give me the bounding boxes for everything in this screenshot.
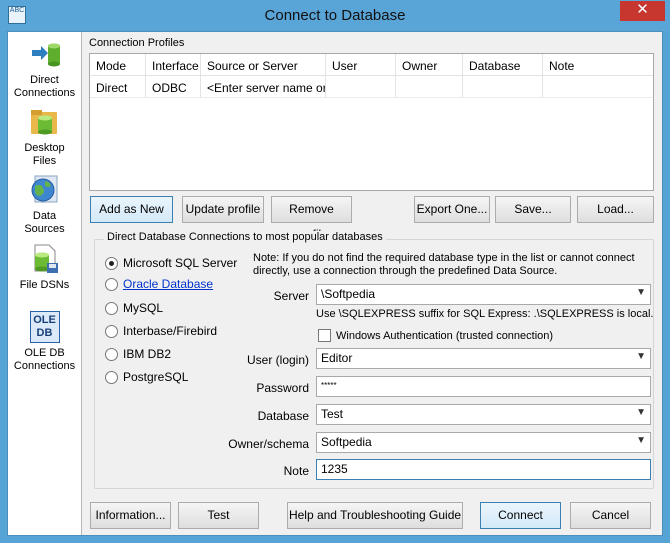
owner-schema-combobox[interactable]: Softpedia ▼ <box>316 432 651 453</box>
radio-label: Microsoft SQL Server <box>123 256 238 270</box>
chevron-down-icon[interactable]: ▼ <box>636 287 646 298</box>
checkbox-box[interactable] <box>318 329 331 342</box>
radio-mysql[interactable]: MySQL <box>105 301 163 315</box>
close-button[interactable]: ✕ <box>620 1 665 21</box>
windows-auth-label: Windows Authentication (trusted connecti… <box>336 329 554 342</box>
sidebar-item-desktop-files[interactable]: Desktop Files <box>8 106 81 168</box>
sidebar-item-label: Data Sources <box>24 210 65 235</box>
radio-label: Interbase/Firebird <box>123 324 218 338</box>
server-combobox[interactable]: \Softpedia ▼ <box>316 284 651 305</box>
radio-ibm-db2[interactable]: IBM DB2 <box>105 347 171 361</box>
column-header-user[interactable]: User <box>326 54 396 75</box>
radio-dot[interactable] <box>105 301 118 315</box>
user-login-combobox[interactable]: Editor ▼ <box>316 348 651 369</box>
radio-dot[interactable] <box>105 370 118 384</box>
sidebar-item-data-sources[interactable]: Data Sources <box>8 174 81 236</box>
sqlexpress-hint: Use \SQLEXPRESS suffix for SQL Express: … <box>316 308 654 320</box>
column-header-note[interactable]: Note <box>543 54 653 75</box>
server-label: Server <box>273 289 309 303</box>
sidebar-item-direct-connections[interactable]: Direct Connections <box>8 38 81 100</box>
datasource-note-text: Note: If you do not find the required da… <box>253 252 635 277</box>
connect-button[interactable]: Connect <box>480 502 561 529</box>
export-one-button[interactable]: Export One... <box>414 196 490 223</box>
radio-interbase-firebird[interactable]: Interbase/Firebird <box>105 324 217 338</box>
radio-dot[interactable] <box>105 277 118 291</box>
sidebar-item-ole-db-connections[interactable]: OLE DB OLE DB Connections <box>8 311 81 373</box>
radio-label: IBM DB2 <box>123 347 172 361</box>
save-profiles-button[interactable]: Save... <box>495 196 571 223</box>
cell-note <box>543 76 653 97</box>
user-login-value: Editor <box>321 351 353 365</box>
password-label: Password <box>256 381 309 395</box>
help-troubleshooting-button[interactable]: Help and Troubleshooting Guide <box>287 502 463 529</box>
data-sources-icon <box>29 174 61 206</box>
column-header-interface[interactable]: Interface <box>146 54 201 75</box>
cell-interface: ODBC <box>146 76 201 97</box>
note-value: 1235 <box>321 462 348 476</box>
information-button[interactable]: Information... <box>90 502 171 529</box>
user-login-label: User (login) <box>246 353 309 367</box>
radio-dot[interactable] <box>105 347 118 361</box>
cell-user <box>326 76 396 97</box>
direct-connection-icon <box>29 38 61 70</box>
add-as-new-button[interactable]: Add as New <box>90 196 173 223</box>
cell-source: <Enter server name or... <box>201 76 326 97</box>
column-header-owner[interactable]: Owner <box>396 54 463 75</box>
windows-auth-checkbox[interactable]: Windows Authentication (trusted connecti… <box>318 329 553 342</box>
chevron-down-icon[interactable]: ▼ <box>636 407 646 418</box>
load-profiles-button[interactable]: Load... <box>577 196 654 223</box>
update-profile-button[interactable]: Update profile <box>182 196 264 223</box>
cell-owner <box>396 76 463 97</box>
owner-schema-label: Owner/schema <box>228 437 309 451</box>
radio-label: PostgreSQL <box>123 370 189 384</box>
column-header-source[interactable]: Source or Server <box>201 54 326 75</box>
sidebar-item-label: Direct Connections <box>13 74 76 99</box>
column-header-database[interactable]: Database <box>463 54 543 75</box>
window-title: Connect to Database <box>264 7 406 24</box>
radio-dot[interactable] <box>105 324 118 338</box>
file-dsn-icon <box>29 243 61 275</box>
chevron-down-icon[interactable]: ▼ <box>636 435 646 446</box>
connection-type-sidebar: Direct Connections Desktop Files Data So… <box>8 32 82 535</box>
database-value: Test <box>321 407 344 421</box>
connection-profiles-label: Connection Profiles <box>89 37 185 49</box>
direct-connections-group-title: Direct Database Connections to most popu… <box>104 231 386 243</box>
desktop-files-icon <box>29 106 61 138</box>
password-field[interactable]: ***** <box>316 376 651 397</box>
server-value: \Softpedia <box>321 287 376 301</box>
column-header-mode[interactable]: Mode <box>90 54 146 75</box>
ole-db-icon-text: OLE DB <box>33 314 56 339</box>
radio-postgresql[interactable]: PostgreSQL <box>105 370 188 384</box>
radio-dot[interactable] <box>105 256 118 270</box>
dialog-client-area: Direct Connections Desktop Files Data So… <box>7 31 663 536</box>
ole-db-icon: OLE DB <box>29 311 60 343</box>
database-combobox[interactable]: Test ▼ <box>316 404 651 425</box>
sidebar-item-label: Desktop Files <box>24 142 65 167</box>
cell-database <box>463 76 543 97</box>
sidebar-item-label: OLE DB Connections <box>13 347 76 372</box>
table-row[interactable]: Direct ODBC <Enter server name or... <box>90 76 653 98</box>
radio-microsoft-sql-server[interactable]: Microsoft SQL Server <box>105 256 237 270</box>
chevron-down-icon[interactable]: ▼ <box>636 351 646 362</box>
connection-profiles-grid[interactable]: Mode Interface Source or Server User Own… <box>89 53 654 191</box>
sidebar-item-file-dsns[interactable]: File DSNs <box>8 243 81 292</box>
sidebar-item-label: File DSNs <box>19 279 70 291</box>
database-label: Database <box>257 409 309 423</box>
title-bar[interactable]: ABC Connect to Database ✕ <box>0 0 670 31</box>
cell-mode: Direct <box>90 76 146 97</box>
grid-header-row: Mode Interface Source or Server User Own… <box>90 54 653 76</box>
password-value: ***** <box>321 381 337 390</box>
owner-schema-value: Softpedia <box>321 435 372 449</box>
radio-label: MySQL <box>123 301 164 315</box>
cancel-button[interactable]: Cancel <box>570 502 651 529</box>
remove-profile-button[interactable]: Remove profile <box>271 196 352 241</box>
connect-window: ABC Connect to Database ✕ Direct Connect… <box>0 0 670 543</box>
note-field[interactable]: 1235 <box>316 459 651 480</box>
test-button[interactable]: Test <box>178 502 259 529</box>
note-label: Note <box>283 464 309 478</box>
